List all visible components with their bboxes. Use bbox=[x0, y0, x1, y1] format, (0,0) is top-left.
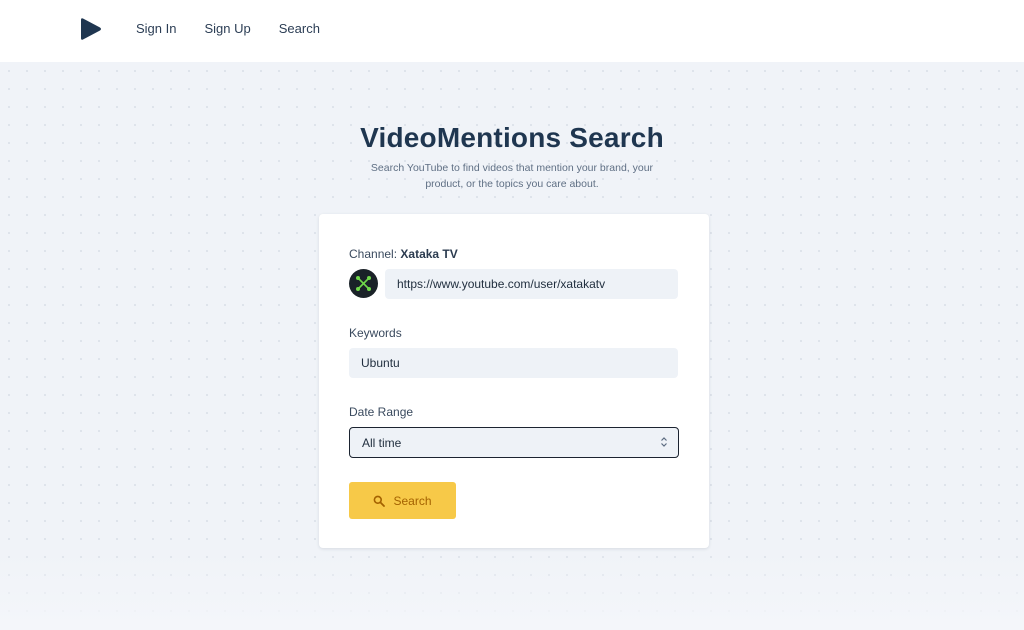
search-card: Channel: Xataka TV https://www.youtube.c… bbox=[319, 214, 709, 548]
date-range-value: All time bbox=[362, 435, 402, 450]
hero: VideoMentions Search Search YouTube to f… bbox=[0, 122, 1024, 192]
search-icon bbox=[374, 495, 386, 507]
main-nav: Sign In Sign Up Search bbox=[136, 21, 320, 36]
keywords-input[interactable]: Ubuntu bbox=[349, 348, 678, 378]
search-button[interactable]: Search bbox=[349, 482, 456, 519]
date-range-label: Date Range bbox=[349, 405, 414, 419]
search-button-label: Search bbox=[393, 493, 432, 508]
nav-sign-in[interactable]: Sign In bbox=[136, 21, 176, 36]
page-subtitle: Search YouTube to find videos that menti… bbox=[370, 162, 654, 190]
channel-label: Channel: Xataka TV bbox=[349, 247, 458, 261]
channel-avatar-icon bbox=[356, 276, 371, 291]
background-fade bbox=[0, 550, 1024, 630]
page-title: VideoMentions Search bbox=[360, 122, 664, 153]
nav-sign-up[interactable]: Sign Up bbox=[204, 21, 250, 36]
keywords-label: Keywords bbox=[349, 326, 402, 340]
chevron-updown-icon bbox=[661, 437, 667, 447]
play-logo-icon[interactable] bbox=[80, 17, 102, 41]
channel-url-input[interactable]: https://www.youtube.com/user/xatakatv bbox=[385, 269, 678, 299]
top-navbar: Sign In Sign Up Search bbox=[0, 0, 1024, 62]
nav-search[interactable]: Search bbox=[279, 21, 320, 36]
channel-avatar bbox=[349, 269, 378, 298]
channel-name: Xataka TV bbox=[400, 247, 458, 261]
channel-label-text: Channel: bbox=[349, 247, 398, 261]
date-range-select[interactable]: All time bbox=[349, 427, 679, 458]
